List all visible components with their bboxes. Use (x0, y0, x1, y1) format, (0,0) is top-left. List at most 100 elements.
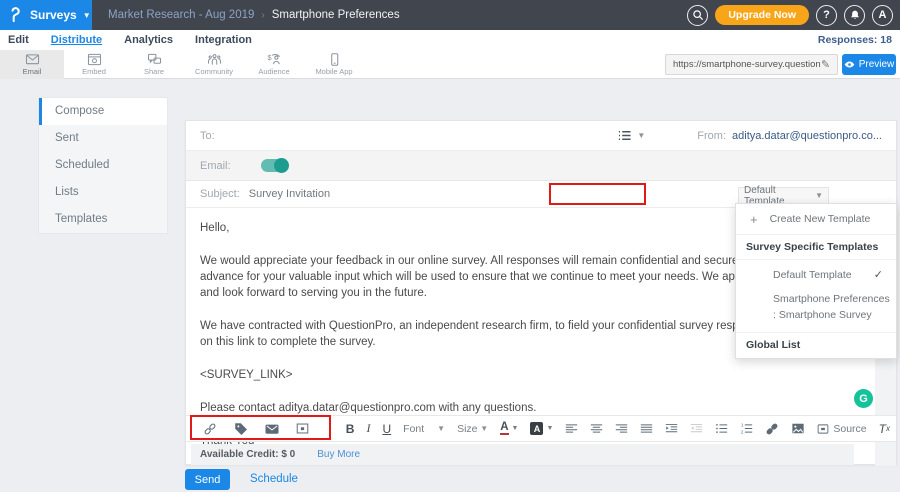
sidebar-item-compose[interactable]: Compose (39, 98, 167, 125)
bg-color-button[interactable]: A ▼ (524, 422, 559, 435)
chevron-down-icon: ▼ (546, 425, 553, 432)
survey-tabs: Edit Distribute Analytics Integration Re… (0, 30, 900, 50)
insert-link-icon[interactable] (203, 422, 217, 436)
text-color-button[interactable]: A ▼ (494, 422, 524, 435)
subject-label: Subject: (200, 188, 240, 200)
source-button[interactable]: Source (811, 423, 872, 435)
select-list-button[interactable]: ▼ (617, 129, 645, 142)
option-smartphone-preferences[interactable]: Smartphone Preferences : Smartphone Surv… (736, 289, 896, 333)
notifications-button[interactable] (844, 5, 865, 26)
community-icon (207, 53, 222, 66)
size-select[interactable]: Size ▼ (457, 423, 488, 435)
svg-text:$: $ (267, 53, 271, 62)
embed-icon (87, 53, 102, 66)
channel-share[interactable]: Share (124, 50, 184, 79)
to-label: To: (200, 130, 215, 142)
italic-button[interactable]: I (360, 421, 376, 436)
source-icon (817, 423, 829, 435)
align-left-icon (565, 422, 578, 435)
tab-distribute[interactable]: Distribute (51, 34, 102, 46)
tab-analytics[interactable]: Analytics (124, 34, 173, 46)
responses-count[interactable]: Responses: 18 (818, 34, 892, 46)
align-left-button[interactable] (559, 422, 584, 435)
embed-frame-icon[interactable] (296, 422, 309, 435)
numbered-list-icon: 12 (740, 422, 753, 435)
from-email[interactable]: aditya.datar@questionpro.co... (732, 130, 882, 142)
chevron-down-icon: ▼ (437, 424, 445, 433)
breadcrumb-folder[interactable]: Market Research - Aug 2019 (108, 9, 254, 21)
indent-icon (665, 422, 678, 435)
link-button[interactable] (759, 422, 785, 436)
edit-url-icon[interactable]: ✎ (821, 58, 830, 71)
channel-embed[interactable]: Embed (64, 50, 124, 79)
option-default-template[interactable]: Default Template ✓ (736, 260, 896, 289)
bold-button[interactable]: B (340, 422, 361, 436)
channel-audience[interactable]: $ Audience (244, 50, 304, 79)
channel-email[interactable]: Email (0, 50, 64, 79)
align-center-button[interactable] (584, 422, 609, 435)
share-icon (147, 53, 162, 66)
email-icon (25, 53, 40, 66)
sidebar-item-lists[interactable]: Lists (39, 179, 167, 206)
from-label: From: (697, 130, 726, 142)
eye-icon (844, 60, 855, 69)
global-list-header[interactable]: Global List (736, 333, 896, 358)
chevron-down-icon: ▼ (512, 425, 519, 432)
top-header: Surveys ▼ Market Research - Aug 2019 › S… (0, 0, 900, 30)
editor-toolbar: B I U Font ▼ Size ▼ A ▼ A ▼ (186, 415, 896, 442)
bullet-list-button[interactable] (709, 422, 734, 435)
surveys-menu[interactable]: Surveys ▼ (0, 0, 92, 30)
channel-community[interactable]: Community (184, 50, 244, 79)
image-icon (791, 422, 805, 435)
send-button[interactable]: Send (185, 469, 230, 490)
buy-more-link[interactable]: Buy More (317, 449, 360, 460)
email-toggle[interactable] (261, 159, 288, 172)
justify-button[interactable] (634, 422, 659, 435)
credit-strip: Available Credit: $ 0 Buy More (191, 444, 854, 465)
email-toggle-row: Email: (186, 151, 896, 181)
subject-value[interactable]: Survey Invitation (249, 188, 330, 200)
avatar[interactable]: A (872, 5, 893, 26)
grammarly-badge[interactable]: G (854, 389, 873, 408)
sidebar-item-scheduled[interactable]: Scheduled (39, 152, 167, 179)
svg-text:2: 2 (741, 430, 744, 435)
outdent-button[interactable] (684, 422, 709, 435)
search-icon (692, 9, 704, 21)
font-select[interactable]: Font ▼ (403, 423, 445, 435)
bell-icon (849, 9, 861, 21)
underline-button[interactable]: U (376, 422, 397, 436)
upgrade-now-button[interactable]: Upgrade Now (715, 5, 809, 25)
channel-mobile-app[interactable]: Mobile App (304, 50, 364, 79)
email-footer-icon[interactable] (265, 423, 279, 435)
align-right-button[interactable] (609, 422, 634, 435)
from-field: From: aditya.datar@questionpro.co... (697, 130, 882, 142)
audience-icon: $ (267, 53, 282, 66)
sidebar-item-templates[interactable]: Templates (39, 206, 167, 233)
preview-button[interactable]: Preview (842, 54, 896, 75)
header-actions: Upgrade Now ? A (687, 5, 900, 26)
create-new-template-item[interactable]: + Create New Template (736, 204, 896, 235)
survey-url-text: https://smartphone-survey.questionpro (673, 59, 821, 70)
tab-edit[interactable]: Edit (8, 34, 29, 46)
numbered-list-button[interactable]: 12 (734, 422, 759, 435)
sidebar-item-sent[interactable]: Sent (39, 125, 167, 152)
email-label: Email: (200, 160, 231, 172)
search-button[interactable] (687, 5, 708, 26)
indent-button[interactable] (659, 422, 684, 435)
remove-format-button[interactable]: Tx (873, 422, 896, 436)
chevron-down-icon: ▼ (83, 11, 91, 20)
align-right-icon (615, 422, 628, 435)
breadcrumb: Market Research - Aug 2019 › Smartphone … (108, 9, 400, 21)
tab-integration[interactable]: Integration (195, 34, 252, 46)
breadcrumb-survey[interactable]: Smartphone Preferences (272, 9, 400, 21)
link-icon (765, 422, 779, 436)
questionpro-app: Surveys ▼ Market Research - Aug 2019 › S… (0, 0, 900, 492)
check-icon: ✓ (874, 268, 883, 281)
help-button[interactable]: ? (816, 5, 837, 26)
image-button[interactable] (785, 422, 811, 435)
template-selector[interactable]: Default Template ▼ (738, 187, 829, 204)
list-icon (617, 129, 632, 142)
schedule-link[interactable]: Schedule (250, 473, 298, 485)
survey-url-field[interactable]: https://smartphone-survey.questionpro ✎ (665, 54, 838, 75)
merge-tag-icon[interactable] (234, 422, 248, 436)
